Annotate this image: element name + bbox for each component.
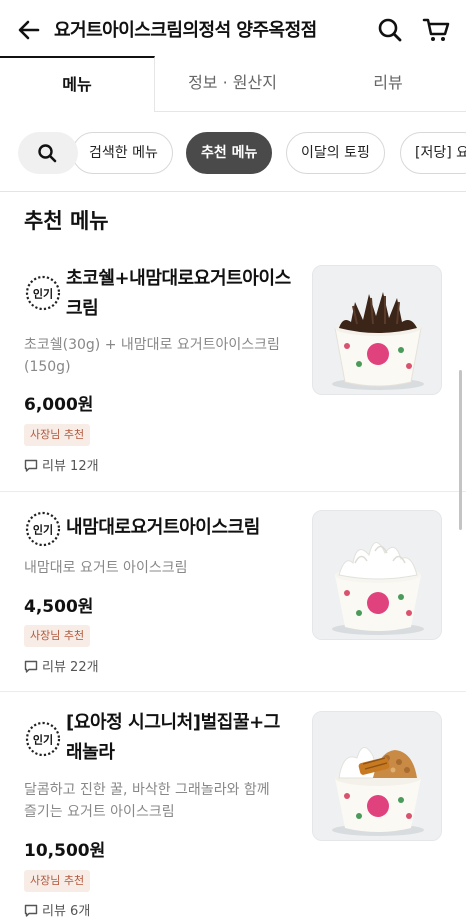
menu-item-description: 달콤하고 진한 꿀, 바삭한 그래놀라와 함께 즐기는 요거트 아이스크림 xyxy=(24,782,270,820)
tab-reviews[interactable]: 리뷰 xyxy=(310,56,466,112)
menu-item-photo[interactable] xyxy=(312,711,442,841)
menu-item-price: 6,000원 xyxy=(24,395,94,415)
arrow-left-icon[interactable] xyxy=(16,17,42,43)
comment-icon xyxy=(24,904,38,917)
section-title: 추천 메뉴 xyxy=(24,209,109,233)
menu-item-description: 초코쉘(30g) + 내맘대로 요거트아이스크림(150g) xyxy=(24,337,280,375)
comment-icon xyxy=(24,459,38,472)
tab-info[interactable]: 정보 · 원산지 xyxy=(155,56,310,112)
owner-pick-tag: 사장님 추천 xyxy=(24,625,91,647)
scrollbar[interactable] xyxy=(459,370,462,530)
review-count: 리뷰 12개 xyxy=(24,455,99,474)
top-bar: 요거트아이스크림의정석 양주옥정점 xyxy=(0,0,466,58)
menu-item-description: 내맘대로 요거트 아이스크림 xyxy=(24,560,188,576)
menu-item-name: 내맘대로요거트아이스크림 xyxy=(66,517,260,538)
owner-pick-tag: 사장님 추천 xyxy=(24,424,91,446)
search-icon xyxy=(38,144,57,163)
menu-item-name: [요아정 시그니처]벌집꿀+그래놀라 xyxy=(66,712,280,763)
chip-recommended[interactable]: 추천 메뉴 xyxy=(186,132,273,174)
menu-item[interactable]: 인기 [요아정 시그니처]벌집꿀+그래놀라 달콤하고 진한 꿀, 바삭한 그래놀… xyxy=(0,692,466,918)
store-title: 요거트아이스크림의정석 양주옥정점 xyxy=(54,20,317,41)
popular-badge-icon: 인기 xyxy=(25,511,61,547)
cart-icon[interactable] xyxy=(422,17,450,43)
chocolate-shell-yogurt-image xyxy=(313,266,441,394)
search-icon[interactable] xyxy=(377,17,403,43)
menu-item-photo[interactable] xyxy=(312,265,442,395)
tab-bar: 메뉴 정보 · 원산지 리뷰 xyxy=(0,56,466,112)
menu-item-photo[interactable] xyxy=(312,510,442,640)
menu-item-price: 4,500원 xyxy=(24,597,94,617)
menu-item[interactable]: 인기 초코쉘+내맘대로요거트아이스크림 초코쉘(30g) + 내맘대로 요거트아… xyxy=(0,250,466,492)
tab-menu[interactable]: 메뉴 xyxy=(0,56,155,112)
menu-item-price: 10,500원 xyxy=(24,841,106,861)
chip-low-sugar[interactable]: [저당] 요 xyxy=(400,132,466,174)
review-count: 리뷰 22개 xyxy=(24,656,99,675)
category-chips: 검색한 메뉴 추천 메뉴 이달의 토핑 [저당] 요 xyxy=(0,112,466,192)
chip-search-button[interactable] xyxy=(18,132,78,174)
svg-text:인기: 인기 xyxy=(33,287,53,301)
comment-icon xyxy=(24,660,38,673)
chip-searched-menu[interactable]: 검색한 메뉴 xyxy=(72,132,173,174)
popular-badge-icon: 인기 xyxy=(25,721,61,757)
popular-badge-icon: 인기 xyxy=(25,275,61,311)
review-count: 리뷰 6개 xyxy=(24,900,90,918)
svg-text:인기: 인기 xyxy=(33,733,53,747)
menu-item-name: 초코쉘+내맘대로요거트아이스크림 xyxy=(66,268,291,319)
menu-item[interactable]: 인기 내맘대로요거트아이스크림 내맘대로 요거트 아이스크림 4,500원 사장… xyxy=(0,492,466,692)
svg-text:인기: 인기 xyxy=(33,523,53,537)
honeycomb-granola-image xyxy=(313,712,441,840)
owner-pick-tag: 사장님 추천 xyxy=(24,870,91,892)
chip-monthly-topping[interactable]: 이달의 토핑 xyxy=(286,132,385,174)
yogurt-ice-cream-image xyxy=(313,511,441,639)
